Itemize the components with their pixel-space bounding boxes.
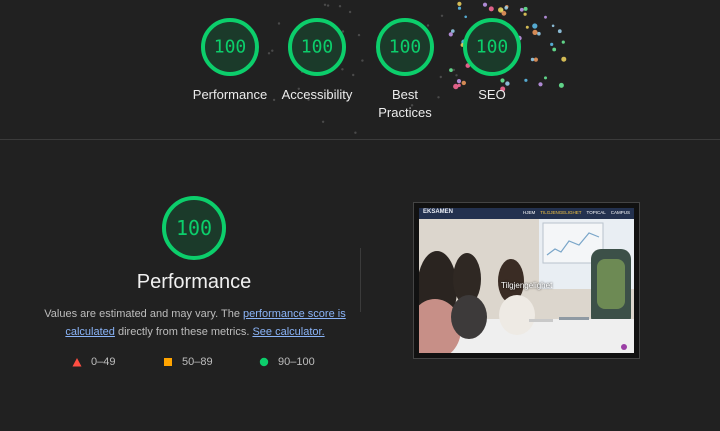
confetti-dot: [544, 15, 547, 19]
square-icon: [164, 358, 172, 366]
screenshot-hero-image: Tilgjengelighet: [419, 219, 634, 353]
confetti-dot: [544, 76, 547, 80]
triangle-icon: [72, 358, 82, 367]
confetti-dot: [530, 57, 535, 62]
confetti-dot: [449, 68, 453, 72]
confetti-dot: [523, 12, 527, 16]
final-screenshot[interactable]: EKSAMEN HJEM TILGJENGELIGHET TOPICAL CAM…: [413, 202, 640, 359]
confetti-dot: [482, 2, 488, 7]
note-prefix: Values are estimated and may vary. The: [44, 308, 243, 320]
performance-gauge[interactable]: 100: [201, 18, 259, 76]
metrics-note: Values are estimated and may vary. The p…: [40, 305, 350, 341]
legend-pass-range: 90–100: [278, 356, 315, 368]
confetti-dot: [455, 74, 458, 77]
best-practices-gauge[interactable]: 100: [376, 18, 434, 76]
seo-score: 100: [475, 36, 509, 58]
confetti-dot: [505, 5, 509, 9]
confetti-dot: [451, 29, 455, 33]
confetti-dot: [321, 120, 325, 124]
screenshot-caption: Tilgjengelighet: [501, 281, 553, 290]
confetti-dot: [448, 32, 453, 37]
confetti-dot: [277, 22, 281, 25]
accessibility-score: 100: [300, 36, 334, 58]
confetti-dot: [440, 14, 444, 17]
screenshot-menu-item: CAMPUS: [610, 210, 630, 215]
confetti-dot: [533, 57, 539, 62]
legend-fail-range: 0–49: [91, 356, 116, 368]
confetti-decoration: [267, 1, 567, 134]
confetti-dot: [552, 47, 557, 52]
confetti-dot: [357, 33, 361, 37]
performance-title: Performance: [136, 271, 252, 293]
legend-pass: 90–100: [259, 356, 315, 368]
confetti-dot: [532, 23, 538, 29]
screenshot-navbar: EKSAMEN HJEM TILGJENGELIGHET TOPICAL CAM…: [419, 208, 634, 219]
confetti-dot: [354, 131, 357, 134]
circle-icon: [259, 357, 269, 367]
confetti-dot: [537, 31, 541, 36]
confetti-dot: [361, 59, 364, 62]
confetti-dot: [267, 52, 271, 55]
best-practices-score: 100: [388, 36, 422, 58]
legend-average: 50–89: [163, 356, 213, 368]
confetti-dot: [326, 4, 330, 7]
confetti-dot: [519, 7, 524, 12]
confetti-dot: [464, 15, 468, 19]
confetti-dot: [439, 75, 442, 79]
confetti-dot: [498, 7, 504, 13]
confetti-dot: [352, 73, 355, 77]
confetti-dot: [525, 25, 529, 29]
screenshot-brand: EKSAMEN: [423, 209, 454, 215]
confetti-dot: [461, 80, 466, 86]
confetti-dot: [457, 6, 462, 10]
confetti-dot: [561, 56, 567, 62]
note-middle: directly from these metrics.: [114, 326, 253, 338]
seo-gauge[interactable]: 100: [463, 18, 521, 76]
confetti-dot: [523, 6, 528, 11]
confetti-dot: [323, 3, 327, 6]
screenshot-menu-item: HJEM: [523, 210, 536, 215]
confetti-dot: [348, 10, 352, 14]
accessibility-category-label[interactable]: Accessibility: [267, 86, 367, 104]
seo-category-label[interactable]: SEO: [442, 86, 542, 104]
section-divider: [0, 139, 720, 140]
confetti-dot: [561, 40, 565, 44]
screenshot-menu-item: TOPICAL: [586, 210, 606, 215]
confetti-dot: [271, 49, 274, 52]
performance-category-label[interactable]: Performance: [180, 86, 280, 104]
confetti-dot: [488, 6, 494, 12]
legend-average-range: 50–89: [182, 356, 213, 368]
confetti-dot: [500, 8, 504, 12]
performance-score: 100: [213, 36, 247, 58]
confetti-dot: [532, 29, 538, 35]
confetti-dot: [504, 6, 509, 10]
best-practices-category-label[interactable]: Best Practices: [370, 86, 440, 122]
confetti-dot: [456, 79, 462, 84]
confetti-dot: [500, 78, 505, 83]
performance-large-score: 100: [175, 216, 213, 240]
confetti-dot: [550, 42, 554, 47]
confetti-dot: [426, 24, 430, 27]
confetti-dot: [452, 68, 456, 72]
screenshot-menu-item: TILGJENGELIGHET: [540, 210, 582, 215]
legend-fail: 0–49: [72, 356, 115, 368]
confetti-dot: [501, 10, 507, 16]
confetti-dot: [338, 5, 342, 8]
see-calculator-link[interactable]: See calculator.: [252, 326, 324, 338]
confetti-dot: [457, 1, 462, 6]
vertical-separator: [360, 248, 361, 312]
screenshot-menu: HJEM TILGJENGELIGHET TOPICAL CAMPUS: [523, 210, 630, 215]
confetti-dot: [524, 78, 528, 82]
performance-large-gauge: 100: [162, 196, 226, 260]
confetti-dot: [551, 24, 555, 28]
confetti-dot: [558, 82, 564, 88]
confetti-dot: [341, 68, 344, 71]
accessibility-gauge[interactable]: 100: [288, 18, 346, 76]
confetti-dot: [557, 29, 562, 34]
